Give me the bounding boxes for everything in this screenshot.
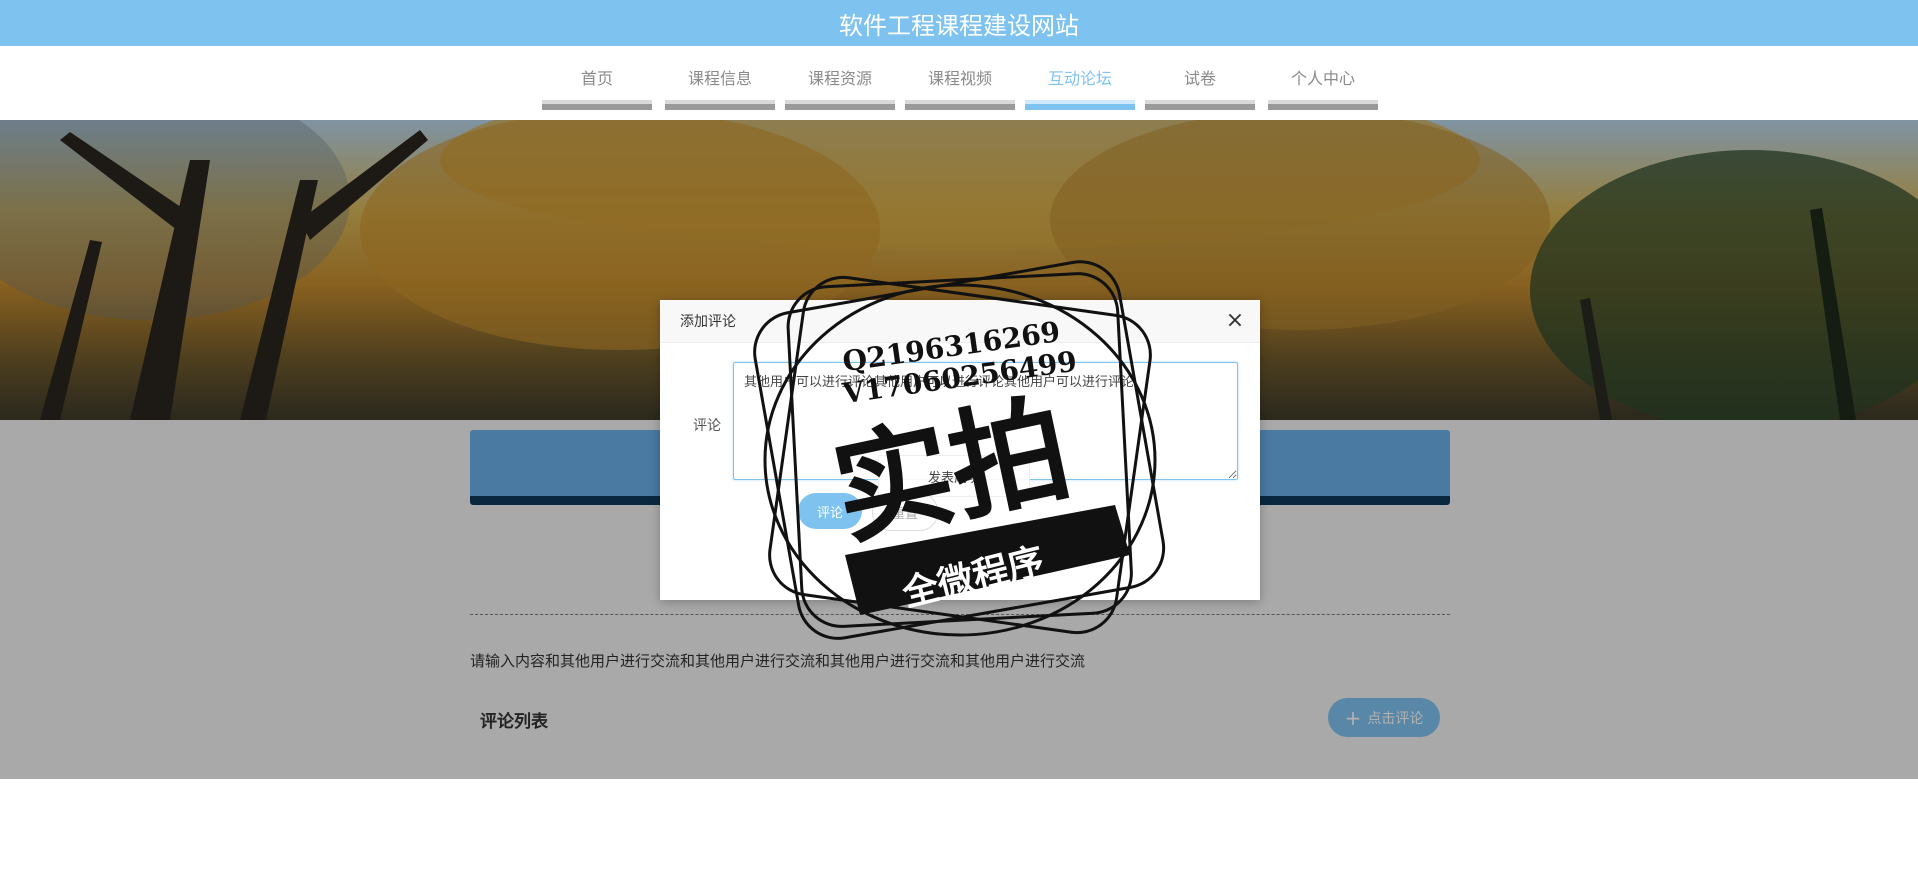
add-comment-dialog: 添加评论 × 评论 其他用户可以进行评论其他用户可以进行评论其他用户可以进行评论…: [660, 300, 1260, 600]
nav-item-underline: [785, 100, 895, 110]
nav-item-label: 课程视频: [927, 69, 992, 88]
nav-item-underline: [905, 100, 1015, 110]
nav-item-label: 课程信息: [687, 69, 752, 88]
nav-item-profile[interactable]: 个人中心: [1268, 68, 1378, 110]
main-nav: 首页 课程信息 课程资源 课程视频 互动论坛 试卷 个人中心: [0, 46, 1918, 120]
success-toast: 发表成功: [878, 455, 1030, 497]
site-header: 软件工程课程建设网站: [0, 0, 1918, 46]
nav-item-exam[interactable]: 试卷: [1145, 68, 1255, 110]
nav-item-underline: [542, 100, 652, 110]
submit-comment-button[interactable]: 评论: [798, 493, 862, 529]
nav-item-label: 互动论坛: [1047, 69, 1112, 88]
nav-item-label: 试卷: [1183, 69, 1216, 88]
nav-item-label: 首页: [580, 69, 613, 88]
nav-item-label: 个人中心: [1290, 69, 1355, 88]
site-title: 软件工程课程建设网站: [839, 11, 1079, 40]
toast-text: 发表成功: [927, 470, 980, 486]
nav-item-underline: [1268, 100, 1378, 110]
nav-item-home[interactable]: 首页: [542, 68, 652, 110]
nav-item-course-resources[interactable]: 课程资源: [785, 68, 895, 110]
nav-item-underline: [1145, 100, 1255, 110]
reset-button[interactable]: 重置: [872, 493, 938, 531]
reset-label: 重置: [891, 506, 918, 522]
nav-item-underline: [1025, 100, 1135, 110]
nav-item-forum[interactable]: 互动论坛: [1025, 68, 1135, 110]
close-icon[interactable]: ×: [1224, 310, 1246, 332]
dialog-header: 添加评论 ×: [660, 300, 1260, 343]
nav-item-course-info[interactable]: 课程信息: [665, 68, 775, 110]
nav-item-underline: [665, 100, 775, 110]
nav-item-label: 课程资源: [807, 69, 872, 88]
comment-field-label: 评论: [693, 418, 721, 434]
submit-label: 评论: [816, 505, 843, 521]
nav-item-course-videos[interactable]: 课程视频: [905, 68, 1015, 110]
dialog-title: 添加评论: [680, 314, 736, 330]
